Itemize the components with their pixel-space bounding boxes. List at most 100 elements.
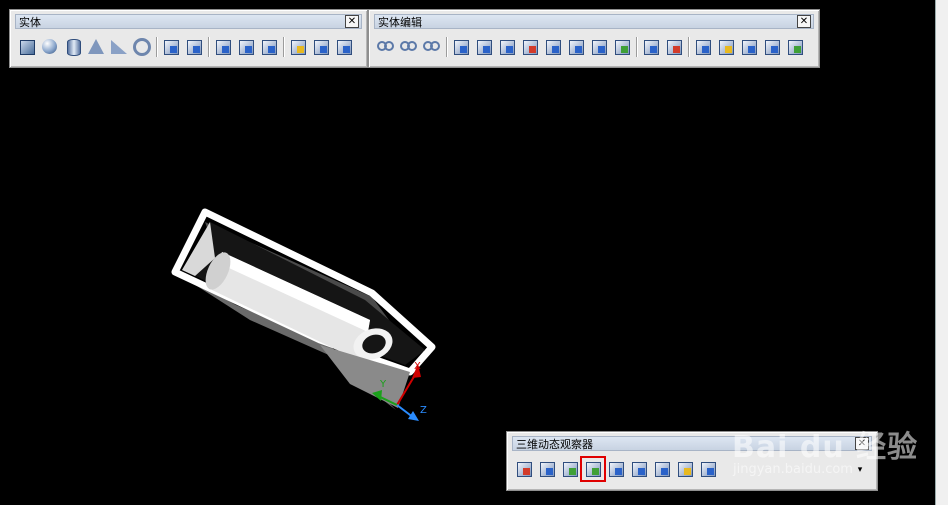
- color-faces-button[interactable]: [613, 38, 631, 56]
- clean-icon: [719, 40, 734, 55]
- check-button[interactable]: [786, 38, 804, 56]
- box-button[interactable]: [18, 38, 36, 56]
- 3d-distance-button[interactable]: [630, 460, 648, 478]
- check-icon: [788, 40, 803, 55]
- color-faces-icon: [615, 40, 630, 55]
- solid-edit-toolbar-title-bar[interactable]: 实体编辑 ✕: [374, 14, 814, 29]
- back-clip-icon: [701, 462, 716, 477]
- offset-faces-button[interactable]: [498, 38, 516, 56]
- offset-faces-icon: [500, 40, 515, 55]
- delete-faces-icon: [523, 40, 538, 55]
- color-edges-button[interactable]: [665, 38, 683, 56]
- 3d-orbit-toolbar-title: 三维动态观察器: [516, 438, 593, 451]
- 3d-continuous-orbit-button[interactable]: [580, 456, 606, 482]
- 3d-orbit-toolbar-buttons: [515, 456, 722, 482]
- interfere-button[interactable]: [260, 38, 278, 56]
- setup-profile-button[interactable]: [335, 38, 353, 56]
- copy-edges-button[interactable]: [642, 38, 660, 56]
- clean-button[interactable]: [717, 38, 735, 56]
- sphere-icon: [42, 39, 57, 54]
- setup-profile-icon: [337, 40, 352, 55]
- window-right-edge: [935, 0, 948, 505]
- subtract-button[interactable]: [400, 38, 418, 56]
- 3d-swivel-icon: [609, 462, 624, 477]
- delete-faces-button[interactable]: [521, 38, 539, 56]
- solid-toolbar-title-bar[interactable]: 实体 ✕: [15, 14, 362, 29]
- taper-faces-button[interactable]: [567, 38, 585, 56]
- toolbar-separator: [688, 37, 690, 57]
- solid-toolbar-title: 实体: [19, 16, 41, 29]
- imprint-button[interactable]: [694, 38, 712, 56]
- intersect-icon: [423, 41, 441, 53]
- 3d-clip-icon: [655, 462, 670, 477]
- copy-faces-button[interactable]: [590, 38, 608, 56]
- extrude-faces-icon: [454, 40, 469, 55]
- copy-edges-icon: [644, 40, 659, 55]
- shell-icon: [765, 40, 780, 55]
- wedge-button[interactable]: [110, 38, 128, 56]
- 3d-continuous-orbit-icon: [586, 462, 601, 477]
- torus-button[interactable]: [133, 38, 151, 56]
- setup-view-button[interactable]: [312, 38, 330, 56]
- extrude-button[interactable]: [162, 38, 180, 56]
- rotate-faces-button[interactable]: [544, 38, 562, 56]
- 3d-zoom-icon: [540, 462, 555, 477]
- cad-workspace: X Y Z 实体 ✕ 实体编辑 ✕ 三维动态观察器 ✕ ▾ Bai du 经验 …: [0, 0, 948, 505]
- toolbar-separator: [283, 37, 285, 57]
- interfere-icon: [262, 40, 277, 55]
- 3d-swivel-button[interactable]: [607, 460, 625, 478]
- union-icon: [377, 41, 395, 53]
- section-icon: [239, 40, 254, 55]
- cylinder-icon: [67, 39, 81, 56]
- solid-edit-toolbar[interactable]: 实体编辑 ✕: [368, 9, 820, 68]
- box-icon: [20, 40, 35, 55]
- 3d-pan-button[interactable]: [515, 460, 533, 478]
- copy-faces-icon: [592, 40, 607, 55]
- 3d-orbit-button[interactable]: [561, 460, 579, 478]
- section-button[interactable]: [237, 38, 255, 56]
- toolbar-separator: [636, 37, 638, 57]
- extrude-icon: [164, 40, 179, 55]
- taper-faces-icon: [569, 40, 584, 55]
- intersect-button[interactable]: [423, 38, 441, 56]
- wedge-icon: [111, 40, 127, 54]
- setup-view-icon: [314, 40, 329, 55]
- solid-toolbar-close-button[interactable]: ✕: [345, 15, 359, 28]
- shell-button[interactable]: [763, 38, 781, 56]
- baidu-jingyan-url: jingyan.baidu.com: [733, 462, 853, 477]
- subtract-icon: [400, 41, 418, 53]
- ucs-y-label: Y: [379, 379, 387, 390]
- setup-drawing-icon: [291, 40, 306, 55]
- revolve-icon: [187, 40, 202, 55]
- setup-drawing-button[interactable]: [289, 38, 307, 56]
- union-button[interactable]: [377, 38, 395, 56]
- separate-button[interactable]: [740, 38, 758, 56]
- solid-toolbar[interactable]: 实体 ✕: [9, 9, 368, 68]
- baidu-jingyan-logo: Bai du 经验: [732, 430, 919, 465]
- solid-edit-toolbar-title: 实体编辑: [378, 16, 422, 29]
- sphere-button[interactable]: [41, 38, 59, 56]
- ucs-z-label: Z: [420, 405, 427, 416]
- slice-button[interactable]: [214, 38, 232, 56]
- front-clip-button[interactable]: [676, 460, 694, 478]
- extrude-faces-button[interactable]: [452, 38, 470, 56]
- 3d-distance-icon: [632, 462, 647, 477]
- cylinder-button[interactable]: [64, 38, 82, 56]
- back-clip-button[interactable]: [699, 460, 717, 478]
- slice-icon: [216, 40, 231, 55]
- 3d-zoom-button[interactable]: [538, 460, 556, 478]
- cone-button[interactable]: [87, 38, 105, 56]
- solid-toolbar-buttons: [18, 35, 358, 59]
- solid-edit-toolbar-close-button[interactable]: ✕: [797, 15, 811, 28]
- cone-icon: [88, 39, 104, 54]
- toolbar-separator: [208, 37, 210, 57]
- color-edges-icon: [667, 40, 682, 55]
- solid-edit-toolbar-buttons: [377, 35, 809, 59]
- revolve-button[interactable]: [185, 38, 203, 56]
- ucs-x-label: X: [414, 361, 421, 372]
- 3d-pan-icon: [517, 462, 532, 477]
- 3d-clip-button[interactable]: [653, 460, 671, 478]
- move-faces-button[interactable]: [475, 38, 493, 56]
- ucs-z-arrow: [408, 411, 419, 421]
- separate-icon: [742, 40, 757, 55]
